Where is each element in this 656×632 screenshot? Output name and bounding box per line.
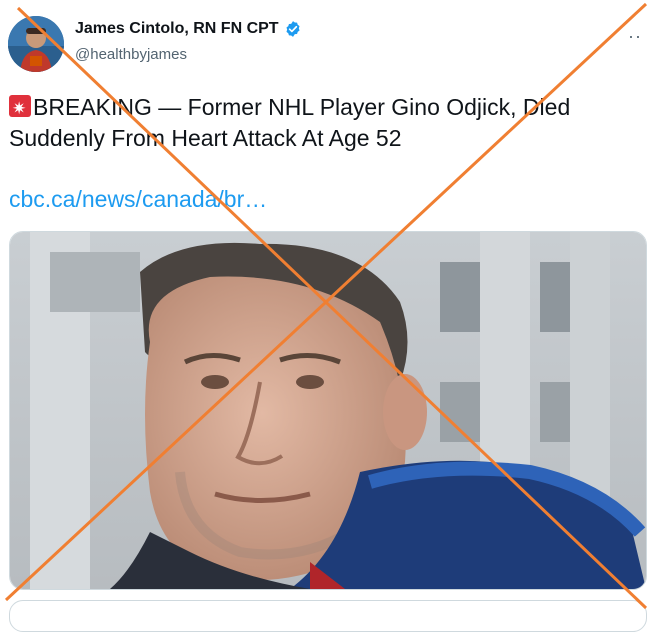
author-row: James Cintolo, RN FN CPT: [75, 20, 302, 38]
portrait-photo: [10, 232, 646, 589]
avatar-image: [8, 16, 64, 72]
author-handle[interactable]: @healthbyjames: [75, 46, 187, 63]
tweet-media-image[interactable]: [9, 231, 647, 590]
tweet-text: BREAKING — Former NHL Player Gino Odjick…: [9, 92, 649, 154]
rotating-light-icon: [9, 93, 31, 124]
more-options-icon[interactable]: ··: [628, 26, 642, 47]
next-card-edge: [9, 600, 647, 632]
verified-badge-icon: [286, 21, 300, 37]
author-display-name[interactable]: James Cintolo, RN FN CPT: [75, 20, 279, 38]
tweet-body: BREAKING — Former NHL Player Gino Odjick…: [9, 94, 571, 151]
tweet-link[interactable]: cbc.ca/news/canada/br…: [9, 186, 267, 213]
avatar[interactable]: [8, 16, 64, 72]
